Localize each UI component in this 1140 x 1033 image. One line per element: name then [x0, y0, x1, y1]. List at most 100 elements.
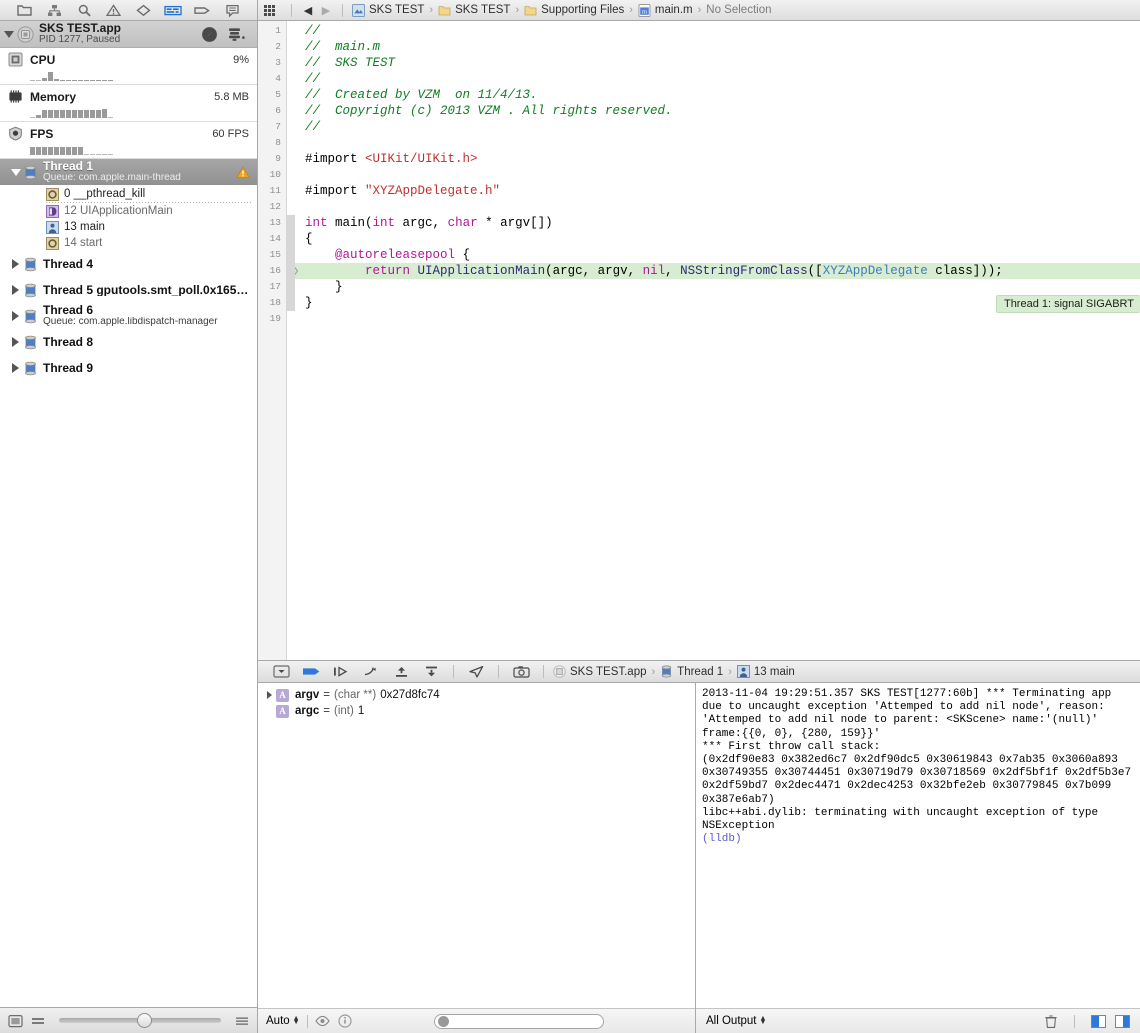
fold-ribbon-segment[interactable]	[287, 39, 295, 55]
warning-triangle-icon[interactable]	[103, 3, 125, 18]
code-line[interactable]: // Created by VZM on 11/4/13.	[295, 87, 1140, 103]
show-console-icon[interactable]	[1115, 1014, 1130, 1028]
breadcrumb-item-3[interactable]: Supporting Files	[522, 4, 626, 17]
thread-disclosure-triangle[interactable]	[8, 259, 23, 269]
breadcrumb-item-2[interactable]: SKS TEST	[436, 4, 512, 17]
fold-ribbon-segment[interactable]	[287, 103, 295, 119]
thread-row-2[interactable]: Thread 4	[0, 251, 257, 277]
line-number[interactable]: 17	[258, 279, 286, 295]
fold-ribbon-segment[interactable]	[287, 247, 295, 263]
eye-icon[interactable]	[314, 1015, 330, 1027]
line-number[interactable]: 1	[258, 23, 286, 39]
stack-frame-row[interactable]: 12 UIApplicationMain	[0, 203, 257, 219]
source-control-icon[interactable]	[43, 3, 65, 18]
gauge-icon[interactable]	[201, 26, 218, 43]
forward-button[interactable]: ▶	[317, 4, 335, 17]
variables-list[interactable]: Aargv = (char **) 0x27d8fc74 Aargc = (int) 1	[258, 683, 695, 1008]
fold-ribbon-segment[interactable]	[287, 167, 295, 183]
fold-ribbon-segment[interactable]	[287, 183, 295, 199]
list-style-icon[interactable]	[31, 1014, 45, 1028]
fold-ribbon-segment[interactable]	[287, 135, 295, 151]
code-line[interactable]	[295, 167, 1140, 183]
thread-row-4[interactable]: Thread 6 Queue: com.apple.libdispatch-man…	[0, 303, 257, 329]
related-items-icon[interactable]	[264, 4, 278, 16]
view-hierarchy-icon[interactable]	[506, 663, 536, 680]
fold-ribbon-segment[interactable]	[287, 151, 295, 167]
scope-stepper[interactable]: ▲ ▼	[293, 1015, 300, 1026]
code-line[interactable]: int main(int argc, char * argv[])	[295, 215, 1140, 231]
slider-knob[interactable]	[136, 1013, 152, 1028]
step-over-icon[interactable]	[326, 663, 356, 680]
debug-breadcrumb-item-2[interactable]: Thread 1	[658, 665, 725, 678]
fold-ribbon-segment[interactable]	[287, 71, 295, 87]
console-output[interactable]: 2013-11-04 19:29:51.357 SKS TEST[1277:60…	[696, 683, 1140, 1008]
stack-frame-row[interactable]: 14 start	[0, 235, 257, 251]
line-number[interactable]: 3	[258, 55, 286, 71]
search-icon[interactable]	[73, 3, 95, 18]
code-line[interactable]: //	[295, 119, 1140, 135]
line-number[interactable]: 2	[258, 39, 286, 55]
trash-icon[interactable]	[1044, 1014, 1058, 1029]
thread-disclosure-triangle[interactable]	[8, 285, 23, 295]
thread-row-6[interactable]: Thread 9	[0, 355, 257, 381]
code-folding-ribbon[interactable]	[287, 21, 295, 660]
breadcrumb-item-4[interactable]: m main.m	[636, 3, 695, 17]
line-number[interactable]: 7	[258, 119, 286, 135]
fold-ribbon-segment[interactable]	[287, 263, 295, 279]
variable-disclosure-triangle[interactable]	[262, 691, 276, 699]
line-number[interactable]: 19	[258, 311, 286, 327]
step-into-icon[interactable]	[356, 663, 386, 680]
folder-icon[interactable]	[14, 3, 36, 18]
debug-breadcrumb-item-1[interactable]: SKS TEST.app	[551, 665, 649, 678]
code-line[interactable]	[295, 135, 1140, 151]
code-line[interactable]: #import "XYZAppDelegate.h"	[295, 183, 1140, 199]
fold-ribbon-segment[interactable]	[287, 55, 295, 71]
fold-ribbon-segment[interactable]	[287, 23, 295, 39]
options-icon[interactable]	[235, 1014, 249, 1028]
thread-row-3[interactable]: Thread 5 gputools.smt_poll.0x165…	[0, 277, 257, 303]
code-line[interactable]: @autoreleasepool {	[295, 247, 1140, 263]
code-content[interactable]: // // main.m // SKS TEST // // Created by VZ…	[295, 21, 1140, 660]
code-line[interactable]: //	[295, 23, 1140, 39]
variables-search-input[interactable]	[434, 1013, 605, 1029]
line-number[interactable]: 14	[258, 231, 286, 247]
step-out-2-icon[interactable]	[416, 663, 446, 680]
debug-navigator-icon[interactable]	[162, 3, 184, 18]
fold-ribbon-segment[interactable]	[287, 231, 295, 247]
show-variables-icon[interactable]	[1091, 1014, 1106, 1028]
report-icon[interactable]	[221, 3, 243, 18]
thread-disclosure-triangle[interactable]	[8, 311, 23, 321]
thread-row-5[interactable]: Thread 8	[0, 329, 257, 355]
fold-ribbon-segment[interactable]	[287, 215, 295, 231]
log-tag-icon[interactable]	[192, 3, 214, 18]
stack-depth-slider[interactable]	[59, 1013, 221, 1028]
line-number[interactable]: 16	[258, 263, 286, 279]
variables-filter-field[interactable]	[449, 1015, 601, 1027]
line-number[interactable]: 12	[258, 199, 286, 215]
line-number[interactable]: 11	[258, 183, 286, 199]
variable-row[interactable]: Aargc = (int) 1	[258, 703, 695, 719]
console-filter-stepper[interactable]: ▲ ▼	[760, 1015, 767, 1026]
line-number-gutter[interactable]: 1 2 3 4 5 6 7 8 9 10 11 12 13 14 15 16 17 18 19	[258, 21, 287, 660]
line-number[interactable]: 6	[258, 103, 286, 119]
gauge-row-fps[interactable]: FPS 60 FPS	[0, 122, 257, 159]
line-number[interactable]: 4	[258, 71, 286, 87]
fold-ribbon-segment[interactable]	[287, 87, 295, 103]
code-line[interactable]: }	[295, 279, 1140, 295]
line-number[interactable]: 18	[258, 295, 286, 311]
process-header-row[interactable]: SKS TEST.app PID 1277, Paused	[0, 21, 257, 48]
debug-breadcrumb-item-3[interactable]: 13 main	[735, 665, 797, 678]
variable-row[interactable]: Aargv = (char **) 0x27d8fc74	[258, 687, 695, 703]
line-number[interactable]: 8	[258, 135, 286, 151]
fold-ribbon-segment[interactable]	[287, 311, 295, 327]
line-number[interactable]: 10	[258, 167, 286, 183]
code-line[interactable]: // Copyright (c) 2013 VZM . All rights r…	[295, 103, 1140, 119]
step-out-icon[interactable]	[386, 663, 416, 680]
console-filter-label[interactable]: All Output	[706, 1015, 757, 1027]
fold-ribbon-segment[interactable]	[287, 119, 295, 135]
fold-ribbon-segment[interactable]	[287, 279, 295, 295]
line-number[interactable]: 9	[258, 151, 286, 167]
continue-icon[interactable]	[296, 663, 326, 680]
line-number[interactable]: 13	[258, 215, 286, 231]
thread-disclosure-triangle[interactable]	[8, 168, 23, 176]
